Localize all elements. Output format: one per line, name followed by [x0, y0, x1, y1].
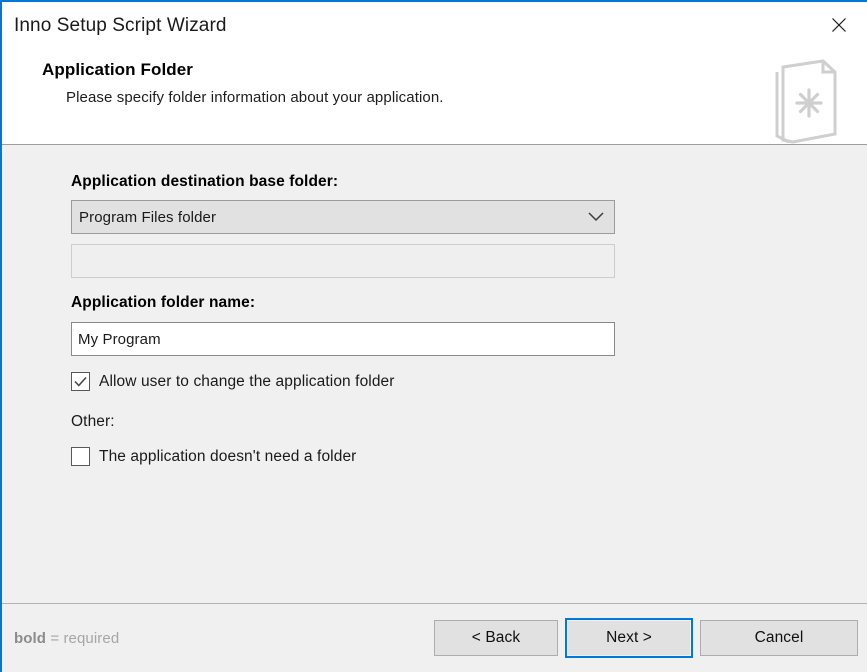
no-folder-label: The application doesn't need a folder	[99, 447, 357, 465]
base-folder-dropdown[interactable]: Program Files folder	[71, 200, 615, 234]
wizard-footer: bold = required < Back Next > Cancel	[2, 603, 867, 672]
footer-buttons: < Back Next > Cancel	[434, 618, 858, 658]
no-folder-checkbox-row[interactable]: The application doesn't need a folder	[71, 447, 867, 466]
allow-change-folder-label: Allow user to change the application fol…	[99, 372, 395, 390]
close-icon	[831, 17, 847, 33]
required-legend-rest: = required	[46, 629, 120, 647]
base-folder-dropdown-value: Program Files folder	[79, 208, 217, 226]
chevron-down-icon	[578, 201, 614, 233]
close-button[interactable]	[811, 2, 867, 48]
allow-change-folder-checkbox[interactable]	[71, 372, 90, 391]
window-title: Inno Setup Script Wizard	[14, 15, 227, 36]
back-button[interactable]: < Back	[434, 620, 558, 656]
base-folder-label: Application destination base folder:	[71, 173, 339, 190]
wizard-header: Application Folder Please specify folder…	[2, 50, 867, 145]
folder-name-input[interactable]: My Program	[71, 322, 615, 356]
page-subtitle: Please specify folder information about …	[66, 89, 444, 106]
other-label: Other:	[71, 413, 115, 430]
required-legend-bold: bold	[14, 629, 47, 647]
no-folder-checkbox[interactable]	[71, 447, 90, 466]
folder-name-label: Application folder name:	[71, 294, 256, 311]
page-title: Application Folder	[42, 60, 194, 79]
allow-change-folder-checkbox-row[interactable]: Allow user to change the application fol…	[71, 372, 867, 391]
required-legend: bold = required	[14, 630, 119, 647]
wizard-body: Application destination base folder: Pro…	[2, 145, 867, 603]
document-pages-asterisk-icon	[769, 58, 843, 148]
custom-base-folder-input[interactable]	[71, 244, 615, 278]
next-button[interactable]: Next >	[565, 618, 693, 658]
wizard-window: Inno Setup Script Wizard Application Fol…	[0, 0, 867, 672]
cancel-button[interactable]: Cancel	[700, 620, 858, 656]
title-bar: Inno Setup Script Wizard	[2, 2, 867, 50]
checkmark-icon	[74, 376, 87, 387]
